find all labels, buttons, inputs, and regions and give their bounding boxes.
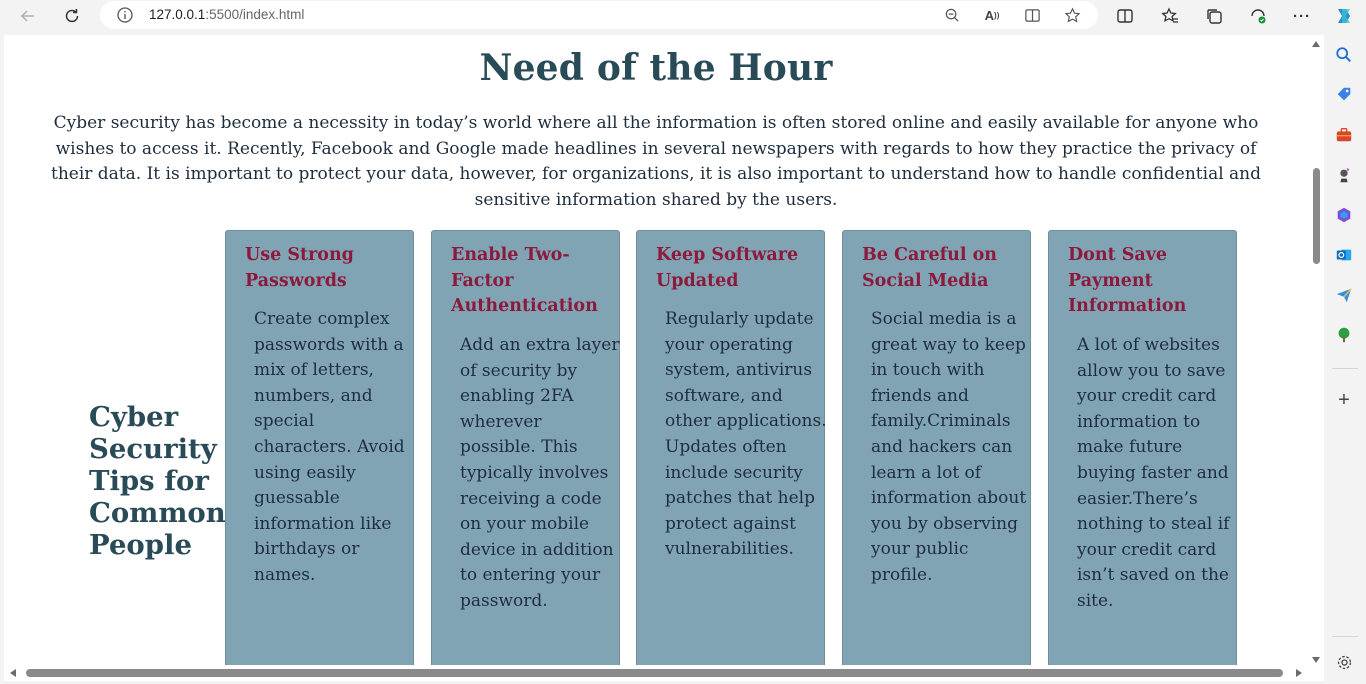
outlook-icon[interactable] <box>1333 244 1355 266</box>
side-title-line: Common <box>89 497 226 529</box>
performance-icon[interactable] <box>1246 4 1270 28</box>
page-content: Need of the Hour Cyber security has beco… <box>4 35 1308 665</box>
zoom-out-icon[interactable] <box>942 5 962 25</box>
address-bar[interactable]: 127.0.0.1:5500/index.html A)) <box>100 1 1098 29</box>
side-title: Cyber Security Tips for Common People <box>89 401 229 561</box>
horizontal-scroll-thumb[interactable] <box>26 669 1283 677</box>
tip-card-software-updated: Keep Software Updated Regularly update y… <box>636 230 827 665</box>
card-text: Social media is a great way to keep in t… <box>871 309 1027 585</box>
vertical-scroll-thumb[interactable] <box>1313 168 1320 264</box>
microsoft365-icon[interactable] <box>1333 204 1355 226</box>
card-title: Keep Software Updated <box>656 245 799 291</box>
search-icon[interactable] <box>1333 44 1355 66</box>
card-title: Enable Two-Factor Authentication <box>451 245 598 316</box>
card-text: Regularly update your operating system, … <box>665 309 827 560</box>
send-icon[interactable] <box>1333 284 1355 306</box>
scroll-right-arrow-icon[interactable] <box>1296 669 1302 677</box>
tip-card-strong-passwords: Use Strong Passwords Create complex pass… <box>225 230 414 665</box>
tip-card-social-media: Be Careful on Social Media Social media … <box>842 230 1031 665</box>
back-icon[interactable] <box>16 4 40 28</box>
favorite-star-icon[interactable] <box>1062 5 1082 25</box>
tip-card-two-factor: Enable Two-Factor Authentication Add an … <box>431 230 620 665</box>
read-aloud-icon[interactable]: A)) <box>982 5 1002 25</box>
horizontal-scrollbar[interactable] <box>4 665 1308 681</box>
info-icon[interactable] <box>116 6 134 24</box>
more-icon[interactable]: ··· <box>1290 4 1314 28</box>
scroll-down-arrow-icon[interactable] <box>1312 657 1320 663</box>
side-title-line: Security <box>89 433 217 465</box>
intro-paragraph: Cyber security has become a necessity in… <box>50 113 1262 210</box>
games-icon[interactable] <box>1333 164 1355 186</box>
card-title: Dont Save Payment Information <box>1068 245 1187 316</box>
card-text: A lot of websites allow you to save your… <box>1077 335 1230 611</box>
collections-icon[interactable] <box>1202 4 1226 28</box>
sidebar-separator <box>1332 368 1358 369</box>
copilot-icon[interactable] <box>1332 4 1356 28</box>
card-text: Add an extra layer of security by enabli… <box>460 335 620 611</box>
card-title: Be Careful on Social Media <box>862 245 998 291</box>
browser-sidebar: + <box>1324 32 1366 684</box>
page-heading: Need of the Hour <box>479 47 833 89</box>
tip-card-payment-info: Dont Save Payment Information A lot of w… <box>1048 230 1237 665</box>
scroll-left-arrow-icon[interactable] <box>10 669 16 677</box>
sidebar-separator <box>1332 636 1358 637</box>
url-host: 127.0.0.1 <box>149 7 206 22</box>
split-screen-icon[interactable] <box>1113 4 1137 28</box>
card-text: Create complex passwords with a mix of l… <box>254 309 405 585</box>
vertical-scrollbar[interactable] <box>1308 35 1324 665</box>
browser-toolbar: 127.0.0.1:5500/index.html A)) ··· <box>0 0 1366 32</box>
side-title-line: Cyber <box>89 401 179 433</box>
scroll-up-arrow-icon[interactable] <box>1312 41 1320 47</box>
url-text[interactable]: 127.0.0.1:5500/index.html <box>149 7 304 22</box>
settings-icon[interactable] <box>1333 651 1355 673</box>
immersive-reader-icon[interactable] <box>1022 5 1042 25</box>
page-viewport: Need of the Hour Cyber security has beco… <box>4 35 1324 681</box>
tools-icon[interactable] <box>1333 124 1355 146</box>
favorites-icon[interactable] <box>1158 4 1182 28</box>
refresh-icon[interactable] <box>60 4 84 28</box>
shopping-icon[interactable] <box>1333 84 1355 106</box>
card-title: Use Strong Passwords <box>245 245 354 291</box>
add-icon[interactable]: + <box>1333 389 1355 411</box>
tree-icon[interactable] <box>1333 324 1355 346</box>
url-path: :5500/index.html <box>205 7 305 22</box>
side-title-line: Tips for <box>89 465 209 497</box>
side-title-line: People <box>89 529 192 561</box>
